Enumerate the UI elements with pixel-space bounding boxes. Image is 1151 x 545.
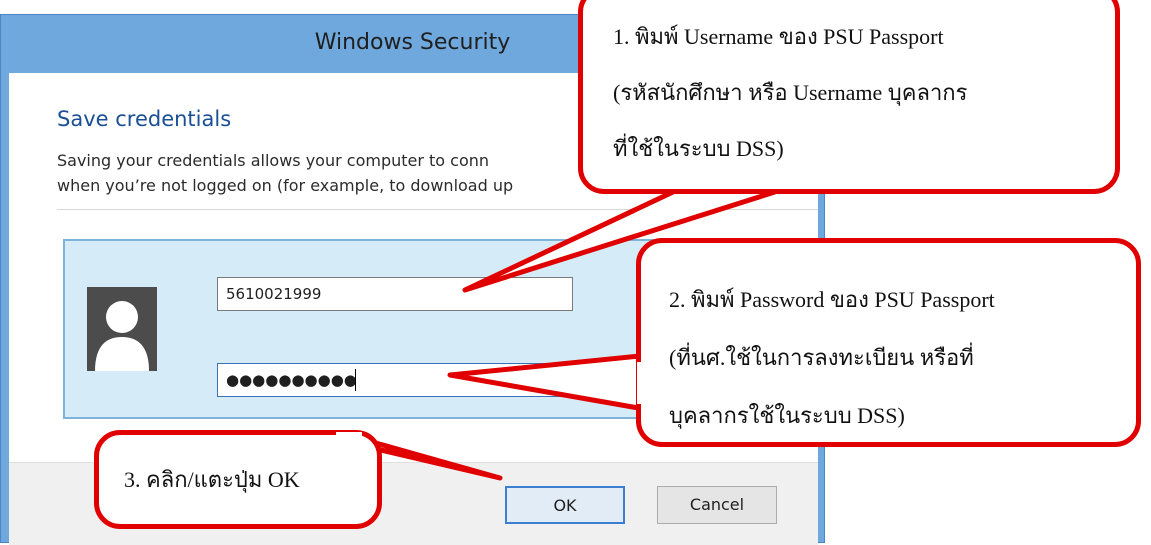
callout2-tail-cover <box>637 362 651 404</box>
callout1-tail-cover <box>700 176 790 188</box>
callout-pointer-covers <box>336 176 790 442</box>
callout3-tail-cover <box>336 432 362 442</box>
